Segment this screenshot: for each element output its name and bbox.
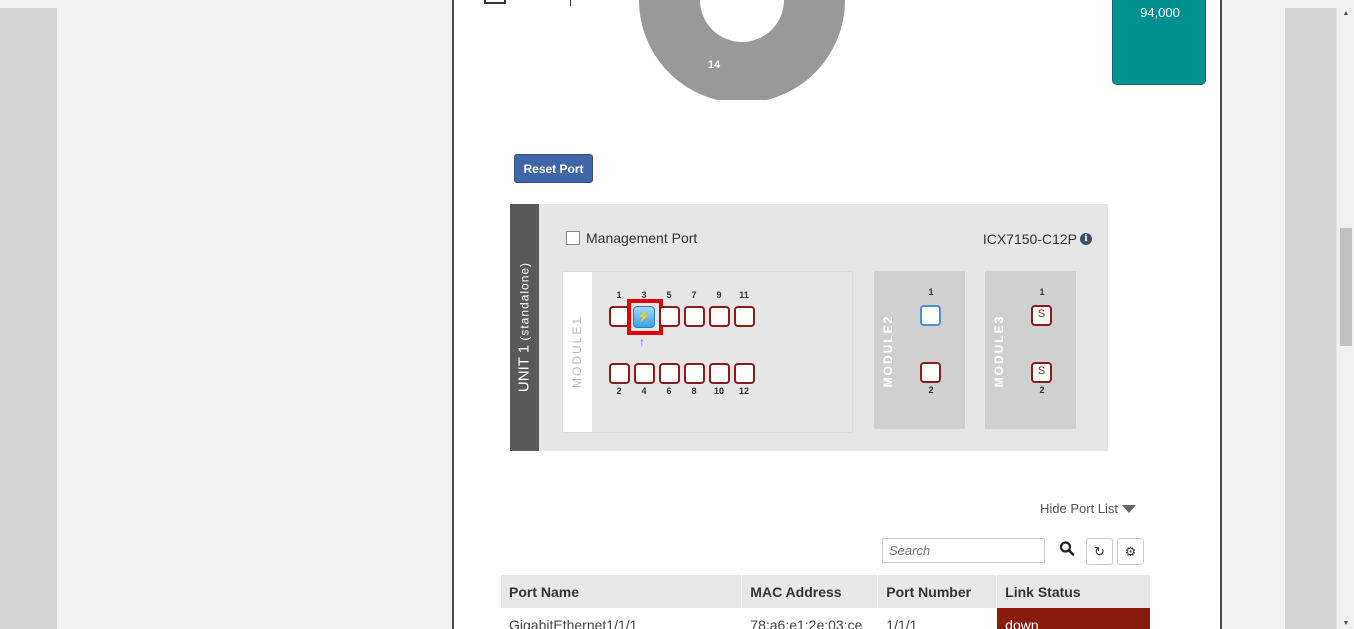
- module3-port-number: 2: [1039, 385, 1045, 395]
- vertical-scrollbar[interactable]: ▲ ▼: [1336, 8, 1354, 629]
- lightning-icon: ⚡: [637, 311, 651, 323]
- model-info: ICX7150-C12P i: [983, 231, 1092, 247]
- port-number-label: 7: [691, 290, 697, 300]
- management-port-checkbox[interactable]: [566, 231, 580, 245]
- port-number-label: 10: [713, 386, 724, 396]
- right-gutter: [1285, 8, 1336, 629]
- port-number-label: 1: [616, 290, 622, 300]
- scroll-up-arrow-icon[interactable]: ▲: [1337, 10, 1354, 17]
- module2-label: MODULE2: [881, 314, 895, 388]
- cell-link-status: down: [996, 608, 1151, 629]
- caret-down-icon: [1122, 504, 1137, 513]
- module3-label: MODULE3: [992, 314, 1006, 388]
- port-number-label: 9: [716, 290, 722, 300]
- cell-mac-address: 78:a6:e1:2e:03:ce: [741, 608, 879, 629]
- donut-value-label: 14: [708, 59, 721, 71]
- header-port-number[interactable]: Port Number: [877, 575, 998, 608]
- module3-port-number: 1: [1039, 287, 1045, 297]
- donut-chart: [639, 0, 845, 100]
- port-6[interactable]: [659, 363, 680, 384]
- module3: MODULE3 1 S S 2: [985, 271, 1076, 429]
- module2-port-number: 1: [928, 287, 934, 297]
- legend-tick: [570, 0, 571, 6]
- module2: MODULE2 1 2: [874, 271, 965, 429]
- left-gutter: [0, 8, 57, 629]
- search-icon[interactable]: [1059, 539, 1075, 559]
- port-10[interactable]: [709, 363, 730, 384]
- port-number-label: 11: [739, 290, 749, 300]
- info-circle-icon[interactable]: i: [1080, 233, 1092, 245]
- hide-port-list-label: Hide Port List: [1040, 501, 1119, 516]
- port-number-label: 2: [616, 386, 622, 396]
- unit-label: UNIT 1 (standalone): [516, 262, 533, 392]
- stat-card[interactable]: 94,000: [1112, 0, 1206, 85]
- port-number-label: 6: [666, 386, 672, 396]
- cell-port-name: GigabitEthernet1/1/1: [501, 608, 743, 629]
- app-root: ▲ ▼ 14 94,000 Reset Port UNIT 1 (standal…: [0, 0, 1354, 629]
- unit-title: UNIT 1: [515, 344, 533, 393]
- legend-box: [484, 0, 506, 4]
- refresh-icon: ↻: [1094, 544, 1105, 559]
- port-number-label: 8: [691, 386, 697, 396]
- stat-card-value: 94,000: [1140, 5, 1180, 20]
- module3-port-2[interactable]: S: [1031, 362, 1052, 383]
- settings-button[interactable]: ⚙: [1117, 538, 1144, 565]
- module1-label: MODULE1: [570, 315, 584, 389]
- cell-port-number: 1/1/1: [877, 608, 998, 629]
- port-2[interactable]: [609, 363, 630, 384]
- module3-port-1[interactable]: S: [1031, 305, 1052, 326]
- port-number-label: 4: [641, 386, 647, 396]
- scroll-down-arrow-icon[interactable]: ▼: [1337, 620, 1354, 627]
- reset-port-button[interactable]: Reset Port: [514, 154, 593, 183]
- main-content: 14 94,000 Reset Port UNIT 1 (standalone)…: [452, 0, 1222, 629]
- hide-port-list-toggle[interactable]: Hide Port List: [1040, 501, 1137, 516]
- refresh-button[interactable]: ↻: [1086, 538, 1113, 565]
- management-port-toggle[interactable]: Management Port: [566, 230, 697, 246]
- model-name: ICX7150-C12P: [982, 231, 1077, 247]
- port-4[interactable]: [634, 363, 655, 384]
- port-9[interactable]: [709, 306, 730, 327]
- search-input[interactable]: [882, 538, 1045, 563]
- arrow-up-icon: ↑: [639, 335, 645, 349]
- module2-port-1[interactable]: [920, 305, 941, 326]
- port-3[interactable]: ⚡: [633, 306, 655, 328]
- table-row[interactable]: GigabitEthernet1/1/1 78:a6:e1:2e:03:ce 1…: [501, 608, 1151, 629]
- port-8[interactable]: [684, 363, 705, 384]
- header-mac-address[interactable]: MAC Address: [741, 575, 879, 608]
- module1-ports-area: 1 3 ⚡ ↑ 5 7 9 11 2 4 6 8 10 12: [592, 272, 852, 432]
- port-7[interactable]: [684, 306, 705, 327]
- unit-bar: UNIT 1 (standalone): [510, 204, 539, 451]
- gear-icon: ⚙: [1124, 544, 1137, 559]
- header-port-name[interactable]: Port Name: [501, 575, 743, 608]
- header-link-status[interactable]: Link Status: [996, 575, 1151, 608]
- table-header-row: Port Name MAC Address Port Number Link S…: [501, 575, 1151, 608]
- port-11[interactable]: [734, 306, 755, 327]
- port-number-label: 12: [738, 386, 749, 396]
- module1: MODULE1 1 3 ⚡ ↑ 5 7 9 11 2 4 6 8 10 12: [562, 271, 853, 433]
- port-5[interactable]: [659, 306, 680, 327]
- module2-port-2[interactable]: [920, 362, 941, 383]
- port-12[interactable]: [734, 363, 755, 384]
- management-port-label: Management Port: [586, 230, 698, 246]
- unit-subtitle: (standalone): [517, 261, 532, 341]
- port-number-label: 5: [666, 290, 672, 300]
- port-table: Port Name MAC Address Port Number Link S…: [501, 575, 1151, 629]
- module2-port-number: 2: [928, 385, 934, 395]
- scroll-thumb[interactable]: [1340, 228, 1352, 346]
- switch-panel: UNIT 1 (standalone) Management Port ICX7…: [510, 204, 1108, 451]
